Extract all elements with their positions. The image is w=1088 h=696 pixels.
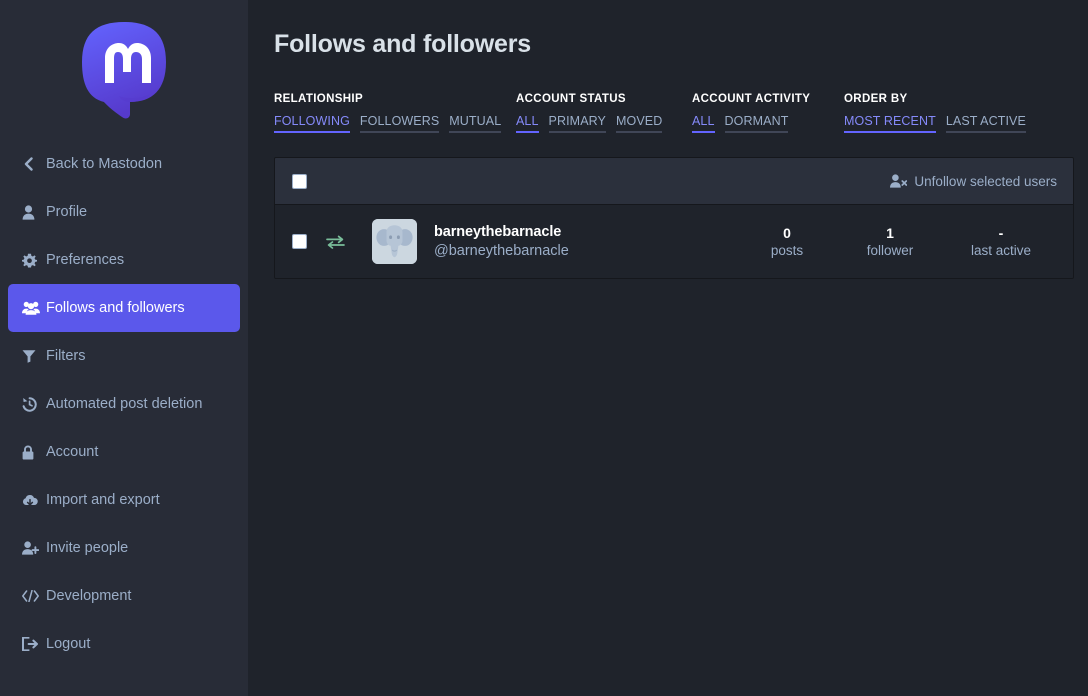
- gear-icon: [22, 253, 44, 268]
- sidebar-item-back-to-mastodon[interactable]: Back to Mastodon: [0, 140, 248, 188]
- sidebar-item-label: Filters: [46, 348, 86, 364]
- sidebar-item-label: Development: [46, 588, 132, 604]
- filter-bar: RELATIONSHIP FOLLOWING FOLLOWERS MUTUAL …: [274, 93, 1074, 133]
- filter-option-mutual[interactable]: MUTUAL: [449, 114, 502, 133]
- filter-group-order-by: ORDER BY MOST RECENT LAST ACTIVE: [844, 93, 1036, 133]
- filter-group-account-status: ACCOUNT STATUS ALL PRIMARY MOVED: [516, 93, 692, 133]
- filter-option-activity-all[interactable]: ALL: [692, 114, 715, 133]
- avatar[interactable]: [372, 219, 417, 264]
- stat-value: 0: [783, 224, 791, 241]
- stat-label: follower: [866, 242, 914, 258]
- account-display-name: barneythebarnacle: [434, 223, 562, 240]
- funnel-icon: [22, 349, 44, 363]
- sidebar-item-label: Follows and followers: [46, 300, 185, 316]
- filter-option-followers[interactable]: FOLLOWERS: [359, 114, 440, 133]
- app-root: Back to Mastodon Profile Preferences Fol…: [0, 0, 1088, 696]
- page-title: Follows and followers: [274, 30, 531, 58]
- lock-icon: [22, 445, 44, 460]
- sidebar-item-profile[interactable]: Profile: [0, 188, 248, 236]
- sidebar-nav: Back to Mastodon Profile Preferences Fol…: [0, 140, 248, 668]
- elephant-avatar: [372, 219, 417, 264]
- sidebar-item-logout[interactable]: Logout: [0, 620, 248, 668]
- sidebar-item-account[interactable]: Account: [0, 428, 248, 476]
- table-row: barneythebarnacle @barneythebarnacle 0 p…: [275, 205, 1073, 278]
- sidebar-item-label: Back to Mastodon: [46, 156, 163, 172]
- stat-posts: 0 posts: [739, 224, 835, 260]
- history-icon: [22, 396, 44, 412]
- filter-group-relationship: RELATIONSHIP FOLLOWING FOLLOWERS MUTUAL: [274, 93, 516, 133]
- main-content: Follows and followers RELATIONSHIP FOLLO…: [248, 0, 1088, 696]
- logo-container: [0, 0, 248, 140]
- sign-out-icon: [22, 637, 44, 651]
- filter-option-most-recent[interactable]: MOST RECENT: [844, 114, 936, 133]
- sidebar-item-filters[interactable]: Filters: [0, 332, 248, 380]
- row-checkbox[interactable]: [292, 234, 307, 249]
- stat-followers: 1 follower: [835, 224, 945, 260]
- user-plus-icon: [22, 541, 44, 555]
- filter-option-last-active[interactable]: LAST ACTIVE: [945, 114, 1026, 133]
- filter-options: FOLLOWING FOLLOWERS MUTUAL: [274, 114, 516, 133]
- filter-heading: ACCOUNT ACTIVITY: [692, 93, 811, 105]
- mastodon-logo: [78, 20, 170, 120]
- account-handle: @barneythebarnacle: [434, 242, 569, 259]
- stat-label: posts: [770, 242, 804, 258]
- sidebar-item-follows-and-followers[interactable]: Follows and followers: [8, 284, 240, 332]
- stat-label: last active: [970, 242, 1032, 258]
- filter-options: MOST RECENT LAST ACTIVE: [844, 114, 1036, 133]
- filter-option-following[interactable]: FOLLOWING: [274, 114, 350, 133]
- sidebar-item-label: Preferences: [46, 252, 125, 268]
- stat-last-active: - last active: [945, 224, 1057, 260]
- user-minus-icon: [890, 174, 908, 188]
- stat-value: 1: [886, 224, 894, 241]
- filter-option-moved[interactable]: MOVED: [615, 114, 663, 133]
- filter-options: ALL PRIMARY MOVED: [516, 114, 692, 133]
- filter-option-status-all[interactable]: ALL: [516, 114, 539, 133]
- sidebar: Back to Mastodon Profile Preferences Fol…: [0, 0, 248, 696]
- sidebar-item-label: Account: [46, 444, 99, 460]
- cloud-download-icon: [22, 494, 44, 507]
- unfollow-selected-label: Unfollow selected users: [914, 173, 1057, 189]
- table-header-row: Unfollow selected users: [275, 158, 1073, 205]
- sidebar-item-import-and-export[interactable]: Import and export: [0, 476, 248, 524]
- sidebar-item-label: Import and export: [46, 492, 160, 508]
- filter-heading: ORDER BY: [844, 93, 908, 105]
- filter-group-account-activity: ACCOUNT ACTIVITY ALL DORMANT: [692, 93, 844, 133]
- filter-option-dormant[interactable]: DORMANT: [724, 114, 789, 133]
- chevron-left-icon: [22, 157, 44, 171]
- sidebar-item-automated-post-deletion[interactable]: Automated post deletion: [0, 380, 248, 428]
- filter-heading: RELATIONSHIP: [274, 93, 363, 105]
- sidebar-item-label: Logout: [46, 636, 91, 652]
- sidebar-item-label: Profile: [46, 204, 88, 220]
- account-info: barneythebarnacle @barneythebarnacle: [434, 223, 569, 260]
- users-icon: [22, 301, 44, 315]
- sidebar-item-development[interactable]: Development: [0, 572, 248, 620]
- filter-options: ALL DORMANT: [692, 114, 844, 133]
- filter-heading: ACCOUNT STATUS: [516, 93, 626, 105]
- stat-value: -: [998, 224, 1004, 241]
- accounts-table: Unfollow selected users barneythebarnacl…: [274, 157, 1074, 279]
- user-icon: [22, 204, 44, 220]
- select-all-checkbox[interactable]: [292, 173, 307, 189]
- sidebar-item-label: Invite people: [46, 540, 129, 556]
- mutual-exchange-icon: [326, 235, 345, 249]
- sidebar-item-preferences[interactable]: Preferences: [0, 236, 248, 284]
- code-icon: [22, 590, 44, 602]
- sidebar-item-invite-people[interactable]: Invite people: [0, 524, 248, 572]
- unfollow-selected-button[interactable]: Unfollow selected users: [890, 174, 1057, 189]
- filter-option-primary[interactable]: PRIMARY: [548, 114, 606, 133]
- sidebar-item-label: Automated post deletion: [46, 396, 203, 412]
